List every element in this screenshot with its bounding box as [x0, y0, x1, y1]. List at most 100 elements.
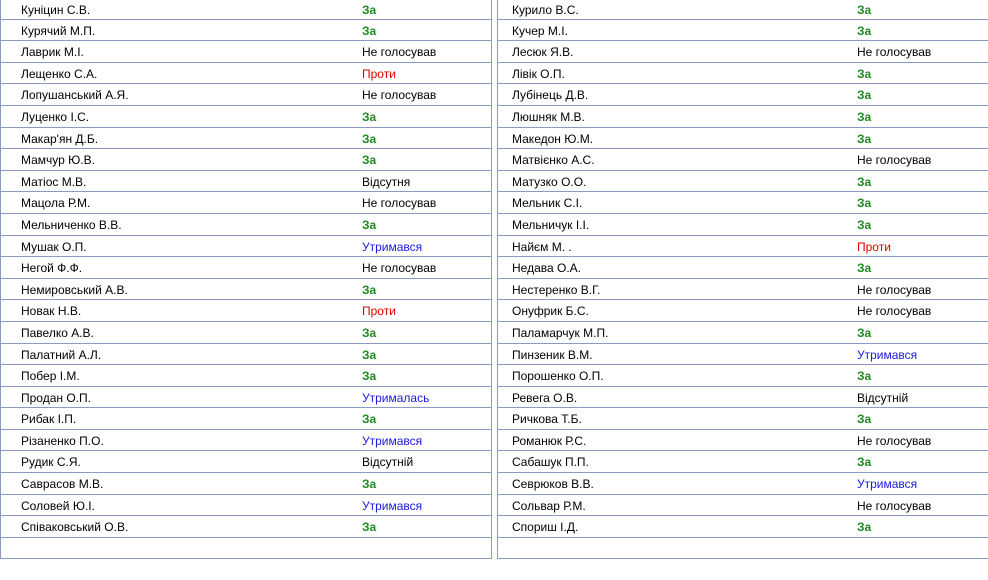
table-row: Мамчур Ю.В. За	[1, 149, 491, 171]
deputy-name: Павелко А.В.	[21, 325, 94, 340]
vote-result: За	[362, 109, 377, 124]
vote-result: За	[857, 3, 872, 17]
vote-result: За	[857, 412, 872, 427]
table-row: Сабашук П.П. За	[498, 451, 988, 474]
vote-result: Не голосував	[362, 261, 437, 276]
deputy-name: Новак Н.В.	[21, 304, 82, 319]
deputy-name: Македон Ю.М.	[512, 131, 594, 146]
table-row: Порошенко О.П. За	[498, 365, 988, 387]
deputy-name: Палатний А.Л.	[21, 347, 102, 362]
vote-result: За	[362, 23, 377, 38]
table-row: Макар'ян Д.Б. За	[1, 128, 491, 150]
vote-result: За	[362, 347, 377, 362]
table-row: Павелко А.В. За	[1, 322, 491, 344]
deputy-name: Співаковський О.В.	[21, 520, 129, 535]
table-row: Нестеренко В.Г. Не голосував	[498, 279, 988, 301]
vote-result: Не голосував	[857, 498, 932, 513]
vote-result: За	[362, 282, 377, 297]
vote-result: За	[362, 3, 377, 17]
deputy-name: Мацола Р.М.	[21, 196, 91, 211]
deputy-name: Мельниченко В.В.	[21, 217, 122, 232]
deputy-name: Курячий М.П.	[21, 23, 96, 38]
table-row: Рудик С.Я. Відсутній	[1, 451, 491, 474]
table-row: Спориш І.Д. За	[498, 516, 988, 538]
deputy-name: Лесюк Я.В.	[512, 45, 574, 60]
deputy-name: Саврасов М.В.	[21, 477, 104, 492]
vote-result: Відсутній	[362, 455, 414, 470]
vote-result: За	[857, 196, 872, 211]
table-row: Мельник С.І. За	[498, 192, 988, 214]
vote-result: За	[857, 109, 872, 124]
table-row: Онуфрик Б.С. Не голосував	[498, 300, 988, 322]
table-row: Паламарчук М.П. За	[498, 322, 988, 344]
vote-result: Утримався	[857, 477, 918, 492]
table-row: Недава О.А. За	[498, 257, 988, 279]
vote-result: Утримався	[362, 498, 423, 513]
table-row: Новак Н.В. Проти	[1, 300, 491, 322]
deputy-name: Соловей Ю.І.	[21, 498, 95, 513]
table-row: Курило В.С. За	[498, 0, 988, 20]
vote-result: За	[362, 477, 377, 492]
table-row: Лубінець Д.В. За	[498, 84, 988, 106]
vote-result: За	[857, 131, 872, 146]
table-row: Мушак О.П. Утримався	[1, 236, 491, 258]
deputy-name: Онуфрик Б.С.	[512, 304, 589, 319]
vote-result: За	[362, 520, 377, 535]
table-row: Лаврик М.І. Не голосував	[1, 41, 491, 63]
table-row: Продан О.П. Утрималась	[1, 387, 491, 409]
deputy-name: Продан О.П.	[21, 390, 91, 405]
table-row	[498, 538, 988, 560]
vote-column-left: Куніцин С.В. За Курячий М.П. За Лаврик М.І. Н…	[0, 0, 492, 560]
vote-result: Утримався	[857, 347, 918, 362]
deputy-name: Сабашук П.П.	[512, 455, 589, 470]
vote-result: За	[857, 66, 872, 81]
vote-result: За	[857, 217, 872, 232]
table-row: Курячий М.П. За	[1, 20, 491, 42]
deputy-name: Ричкова Т.Б.	[512, 412, 582, 427]
deputy-name: Побер І.М.	[21, 369, 80, 384]
deputy-name: Спориш І.Д.	[512, 520, 579, 535]
vote-column-right: Курило В.С. За Кучер М.І. За Лесюк Я.В. Не го…	[497, 0, 988, 560]
vote-result: Проти	[362, 304, 396, 319]
deputy-name: Негой Ф.Ф.	[21, 261, 83, 276]
table-row: Романюк Р.С. Не голосував	[498, 430, 988, 452]
deputy-name: Мушак О.П.	[21, 239, 87, 254]
vote-result: За	[857, 174, 872, 189]
vote-result: Не голосував	[857, 433, 932, 448]
table-row	[1, 538, 491, 560]
deputy-name: Матузко О.О.	[512, 174, 587, 189]
deputy-name: Лівік О.П.	[512, 66, 565, 81]
deputy-name: Рудик С.Я.	[21, 455, 81, 470]
table-row: Саврасов М.В. За	[1, 473, 491, 495]
table-row: Пинзеник В.М. Утримався	[498, 344, 988, 366]
table-row: Палатний А.Л. За	[1, 344, 491, 366]
vote-result: Відсутній	[857, 390, 909, 405]
table-row: Співаковський О.В. За	[1, 516, 491, 538]
deputy-name: Лубінець Д.В.	[512, 88, 589, 103]
deputy-name: Ревега О.В.	[512, 390, 578, 405]
deputy-name: Лещенко С.А.	[21, 66, 98, 81]
table-row: Рибак І.П. За	[1, 408, 491, 430]
table-row: Матіос М.В. Відсутня	[1, 171, 491, 193]
deputy-name: Люшняк М.В.	[512, 109, 585, 124]
table-row: Соловей Ю.І. Утримався	[1, 495, 491, 517]
table-row: Луценко І.С. За	[1, 106, 491, 128]
table-row: Лопушанський А.Я. Не голосував	[1, 84, 491, 106]
table-row: Мельниченко В.В. За	[1, 214, 491, 236]
table-row: Македон Ю.М. За	[498, 128, 988, 150]
vote-result: Проти	[857, 239, 891, 254]
deputy-name: Нестеренко В.Г.	[512, 282, 601, 297]
deputy-name: Лаврик М.І.	[21, 45, 84, 60]
table-row: Мельничук І.І. За	[498, 214, 988, 236]
deputy-name: Сольвар Р.М.	[512, 498, 586, 513]
table-row: Лещенко С.А. Проти	[1, 63, 491, 85]
vote-result: За	[857, 23, 872, 38]
table-row: Кучер М.І. За	[498, 20, 988, 42]
vote-result: За	[362, 369, 377, 384]
vote-result: За	[362, 217, 377, 232]
deputy-name: Рибак І.П.	[21, 412, 77, 427]
table-row: Немировський А.В. За	[1, 279, 491, 301]
deputy-name: Немировський А.В.	[21, 282, 128, 297]
table-row: Побер І.М. За	[1, 365, 491, 387]
deputy-name: Мамчур Ю.В.	[21, 153, 95, 168]
